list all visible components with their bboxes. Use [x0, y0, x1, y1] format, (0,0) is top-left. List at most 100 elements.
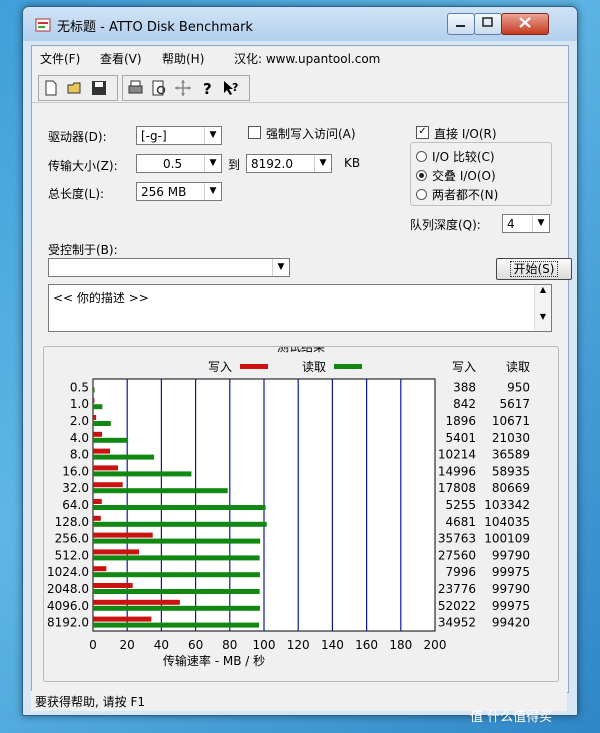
value-write: 52022 — [438, 599, 476, 613]
window-title: 无标题 - ATTO Disk Benchmark — [57, 20, 253, 35]
x-tick-label: 20 — [120, 638, 135, 652]
toolbar-group-tools: ? ? — [122, 75, 250, 101]
value-write: 4681 — [445, 515, 476, 529]
value-read: 104035 — [484, 515, 530, 529]
value-read: 99420 — [492, 616, 530, 630]
drive-label: 驱动器(D): — [48, 130, 107, 144]
y-tick-label: 1024.0 — [47, 565, 89, 579]
chevron-down-icon[interactable]: ▼ — [204, 127, 221, 144]
x-tick-label: 60 — [188, 638, 203, 652]
value-write: 27560 — [438, 548, 476, 562]
x-axis-label: 传输速率 - MB / 秒 — [163, 653, 265, 668]
value-read: 100109 — [484, 532, 530, 546]
bar-read — [93, 622, 260, 628]
bar-write — [93, 515, 101, 521]
value-write: 34952 — [438, 616, 476, 630]
start-button[interactable]: 开始(S) — [496, 258, 572, 280]
transfer-size-label: 传输大小(Z): — [48, 159, 118, 173]
menu-help[interactable]: 帮助(H) — [162, 50, 204, 67]
transfer-to-select[interactable]: 8192.0 ▼ — [246, 154, 332, 173]
save-icon[interactable] — [89, 78, 109, 98]
y-tick-label: 4.0 — [70, 431, 89, 445]
toolbar-group-file — [38, 75, 118, 101]
results-group: 测试结果 写入 读取 写入 读取 0 20 40 60 80 100 120 140 160 180 200 传… — [43, 339, 559, 682]
bar-write — [93, 532, 153, 538]
direct-io-checkbox[interactable]: ✓ — [416, 126, 429, 139]
chevron-down-icon[interactable]: ▼ — [272, 259, 289, 276]
app-icon — [35, 17, 51, 33]
y-tick-label: 2.0 — [70, 414, 89, 428]
drive-select[interactable]: [-g-] ▼ — [136, 126, 222, 145]
value-write: 14996 — [438, 464, 476, 478]
controlled-by-select[interactable]: ▼ — [48, 258, 290, 277]
queue-depth-select[interactable]: 4 ▼ — [502, 214, 550, 233]
y-tick-label: 256.0 — [55, 532, 89, 546]
bar-write — [93, 599, 180, 605]
bar-write — [93, 482, 123, 488]
move-icon[interactable] — [173, 78, 193, 98]
maximize-button[interactable] — [474, 13, 502, 35]
column-header-write: 写入 — [452, 360, 476, 374]
bar-read — [93, 555, 260, 561]
bar-write — [93, 381, 94, 387]
y-tick-label: 0.5 — [70, 380, 89, 394]
y-tick-label: 16.0 — [62, 464, 89, 478]
bar-read — [93, 521, 267, 527]
scroll-up-icon[interactable]: ▲ — [535, 285, 551, 294]
menu-view[interactable]: 查看(V) — [100, 50, 142, 67]
x-tick-label: 120 — [287, 638, 310, 652]
value-read: 21030 — [492, 431, 530, 445]
menu-bar: 文件(F) 查看(V) 帮助(H) 汉化: www.upantool.com — [32, 46, 568, 68]
value-read: 99975 — [492, 565, 530, 579]
menu-file[interactable]: 文件(F) — [40, 50, 80, 67]
io-compare-radio[interactable] — [416, 151, 427, 162]
title-bar[interactable]: 无标题 - ATTO Disk Benchmark — [23, 7, 577, 41]
open-icon[interactable] — [65, 78, 85, 98]
force-write-label: 强制写入访问(A) — [266, 127, 356, 141]
chevron-down-icon[interactable]: ▼ — [204, 155, 221, 172]
bar-write — [93, 415, 97, 420]
print-preview-icon[interactable] — [149, 78, 169, 98]
chevron-down-icon[interactable]: ▼ — [532, 215, 549, 232]
description-textarea[interactable]: << 你的描述 >> ▲ ▼ — [48, 284, 552, 332]
value-read: 99975 — [492, 599, 530, 613]
force-write-checkbox[interactable] — [248, 126, 261, 139]
overlap-io-radio[interactable] — [416, 170, 427, 181]
neither-radio[interactable] — [416, 189, 427, 200]
y-tick-label: 32.0 — [62, 481, 89, 495]
bar-read — [93, 538, 261, 544]
x-tick-label: 100 — [253, 638, 276, 652]
localization-credit: 汉化: www.upantool.com — [234, 52, 381, 66]
bar-read — [93, 404, 103, 410]
bar-read — [93, 488, 228, 494]
total-length-value: 256 MB — [141, 185, 187, 199]
description-scrollbar[interactable]: ▲ ▼ — [534, 285, 551, 331]
y-tick-label: 64.0 — [62, 498, 89, 512]
watermark: 值 什么值得买 — [470, 710, 553, 725]
chevron-down-icon[interactable]: ▼ — [314, 155, 331, 172]
queue-depth-label: 队列深度(Q): — [410, 218, 481, 232]
to-label: 到 — [228, 158, 241, 172]
y-tick-label: 1.0 — [70, 397, 89, 411]
value-write: 23776 — [438, 582, 476, 596]
bar-read — [93, 471, 192, 477]
scroll-down-icon[interactable]: ▼ — [535, 312, 551, 321]
total-length-select[interactable]: 256 MB ▼ — [136, 182, 222, 201]
print-icon[interactable] — [125, 78, 145, 98]
new-icon[interactable] — [41, 78, 61, 98]
minimize-button[interactable] — [447, 13, 475, 35]
chevron-down-icon[interactable]: ▼ — [204, 183, 221, 200]
bar-read — [93, 505, 266, 510]
x-tick-label: 140 — [321, 638, 344, 652]
toolbar: ? ? — [32, 72, 568, 103]
controlled-by-label: 受控制于(B): — [48, 243, 118, 257]
transfer-from-select[interactable]: 0.5 ▼ — [136, 154, 222, 173]
value-write: 1896 — [445, 414, 476, 428]
close-button[interactable] — [501, 13, 549, 35]
help-icon[interactable]: ? — [197, 78, 217, 98]
value-read: 950 — [507, 380, 530, 394]
bar-read — [93, 387, 95, 393]
value-read: 103342 — [484, 498, 530, 512]
context-help-icon[interactable]: ? — [221, 78, 241, 98]
x-tick-label: 200 — [424, 638, 447, 652]
